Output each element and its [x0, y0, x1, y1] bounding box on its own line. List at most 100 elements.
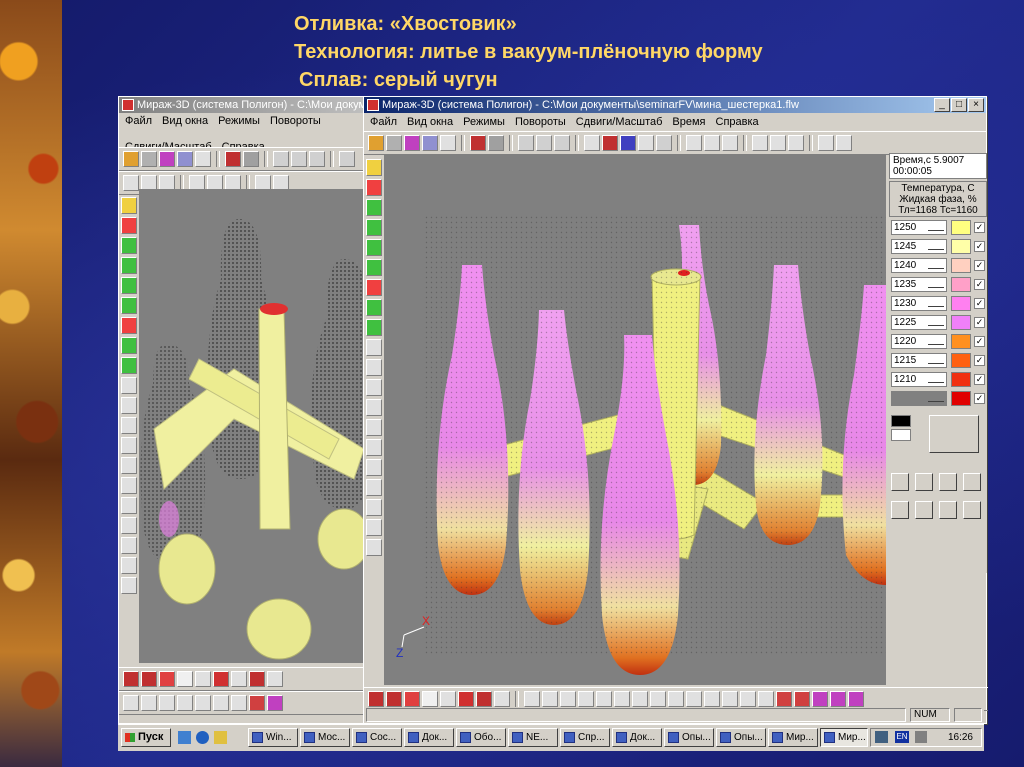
- taskbar-item[interactable]: Док...: [404, 728, 454, 747]
- export-button[interactable]: [963, 501, 981, 519]
- open-folder-button[interactable]: [915, 501, 933, 519]
- arrows-v-icon[interactable]: [121, 437, 137, 454]
- view-icon[interactable]: [830, 691, 846, 707]
- view-icon[interactable]: [578, 691, 594, 707]
- help-icon[interactable]: [638, 135, 654, 151]
- arrow-down-icon[interactable]: [366, 419, 382, 436]
- menu-view[interactable]: Вид окна: [162, 113, 208, 129]
- arrow-left-icon[interactable]: [366, 339, 382, 356]
- arrow-up-icon[interactable]: [121, 417, 137, 434]
- panel-button[interactable]: [891, 473, 909, 491]
- arrows-h-icon[interactable]: [366, 359, 382, 376]
- taskbar-item[interactable]: Спр...: [560, 728, 610, 747]
- legend-checkbox[interactable]: ✓: [974, 317, 985, 328]
- rotate-icon[interactable]: [366, 219, 382, 236]
- left-3d-viewport[interactable]: [139, 189, 369, 663]
- color-icon[interactable]: [123, 671, 139, 687]
- rotate-icon[interactable]: [366, 159, 382, 176]
- view-icon[interactable]: [542, 691, 558, 707]
- menu-modes[interactable]: Режимы: [218, 113, 260, 129]
- paste-icon[interactable]: [554, 135, 570, 151]
- color-icon[interactable]: [476, 691, 492, 707]
- legend-value-field[interactable]: 1210: [891, 372, 947, 387]
- view-icon[interactable]: [213, 695, 229, 711]
- menu-file[interactable]: Файл: [370, 113, 397, 131]
- zoom-icon[interactable]: [366, 439, 382, 456]
- step-icon[interactable]: [770, 135, 786, 151]
- view-icon[interactable]: [524, 691, 540, 707]
- rotate-icon[interactable]: [366, 279, 382, 296]
- color-icon[interactable]: [267, 671, 283, 687]
- legend-color-swatch[interactable]: [951, 296, 971, 311]
- color-icon[interactable]: [386, 691, 402, 707]
- zoom-icon[interactable]: [121, 497, 137, 514]
- color-icon[interactable]: [177, 671, 193, 687]
- rotate-icon[interactable]: [121, 297, 137, 314]
- view-icon[interactable]: [231, 695, 247, 711]
- view-icon[interactable]: [632, 691, 648, 707]
- rotate-icon[interactable]: [366, 259, 382, 276]
- rotate-icon[interactable]: [121, 197, 137, 214]
- legend-color-swatch[interactable]: [951, 315, 971, 330]
- cube-icon[interactable]: [386, 135, 402, 151]
- close-button[interactable]: ×: [968, 98, 984, 112]
- fit-icon[interactable]: [366, 479, 382, 496]
- legend-checkbox[interactable]: ✓: [974, 298, 985, 309]
- color-icon[interactable]: [368, 691, 384, 707]
- step-icon[interactable]: [788, 135, 804, 151]
- legend-color-swatch[interactable]: [951, 372, 971, 387]
- fit-icon[interactable]: [121, 577, 137, 594]
- ie-icon[interactable]: [196, 731, 209, 744]
- view-icon[interactable]: [650, 691, 666, 707]
- arrows-v-icon[interactable]: [366, 399, 382, 416]
- view-icon[interactable]: [740, 691, 756, 707]
- rotate-icon[interactable]: [366, 239, 382, 256]
- copy-icon[interactable]: [536, 135, 552, 151]
- step-icon[interactable]: [704, 135, 720, 151]
- legend-checkbox[interactable]: ✓: [974, 393, 985, 404]
- auto-icon[interactable]: [836, 135, 852, 151]
- view-icon[interactable]: [704, 691, 720, 707]
- palette-icon[interactable]: [225, 151, 241, 167]
- legend-color-swatch[interactable]: [951, 258, 971, 273]
- view-icon[interactable]: [159, 695, 175, 711]
- legend-value-field[interactable]: 1245: [891, 239, 947, 254]
- open-folder-button[interactable]: [915, 473, 933, 491]
- view-icon[interactable]: [722, 691, 738, 707]
- paste-icon[interactable]: [309, 151, 325, 167]
- taskbar-item[interactable]: Win...: [248, 728, 298, 747]
- legend-checkbox[interactable]: ✓: [974, 355, 985, 366]
- arrow-down-icon[interactable]: [121, 457, 137, 474]
- rotate-icon[interactable]: [366, 199, 382, 216]
- legend-checkbox[interactable]: ✓: [974, 336, 985, 347]
- start-button[interactable]: Пуск: [121, 728, 171, 747]
- taskbar-item-active[interactable]: Мир...: [820, 728, 868, 747]
- color-icon[interactable]: [159, 671, 175, 687]
- view-icon[interactable]: [776, 691, 792, 707]
- view-icon[interactable]: [848, 691, 864, 707]
- maximize-button[interactable]: □: [951, 98, 967, 112]
- view-icon[interactable]: [560, 691, 576, 707]
- step-icon[interactable]: [752, 135, 768, 151]
- step-icon[interactable]: [123, 175, 139, 191]
- table-icon[interactable]: [584, 135, 600, 151]
- legend-color-swatch[interactable]: [951, 334, 971, 349]
- select-icon[interactable]: [339, 151, 355, 167]
- rotate-icon[interactable]: [366, 319, 382, 336]
- legend-color-swatch[interactable]: [951, 220, 971, 235]
- color-icon[interactable]: [249, 671, 265, 687]
- fit-icon[interactable]: [366, 499, 382, 516]
- color-icon[interactable]: [404, 691, 420, 707]
- cube-icon[interactable]: [141, 151, 157, 167]
- view-icon[interactable]: [812, 691, 828, 707]
- fit-icon[interactable]: [366, 519, 382, 536]
- outlook-icon[interactable]: [214, 731, 227, 744]
- legend-value-field[interactable]: 1220: [891, 334, 947, 349]
- export-button[interactable]: [963, 473, 981, 491]
- legend-checkbox[interactable]: ✓: [974, 222, 985, 233]
- legend-value-field[interactable]: 1240: [891, 258, 947, 273]
- palette-icon[interactable]: [470, 135, 486, 151]
- legend-value-field[interactable]: 1250: [891, 220, 947, 235]
- arrow-up-icon[interactable]: [366, 379, 382, 396]
- legend-checkbox[interactable]: ✓: [974, 374, 985, 385]
